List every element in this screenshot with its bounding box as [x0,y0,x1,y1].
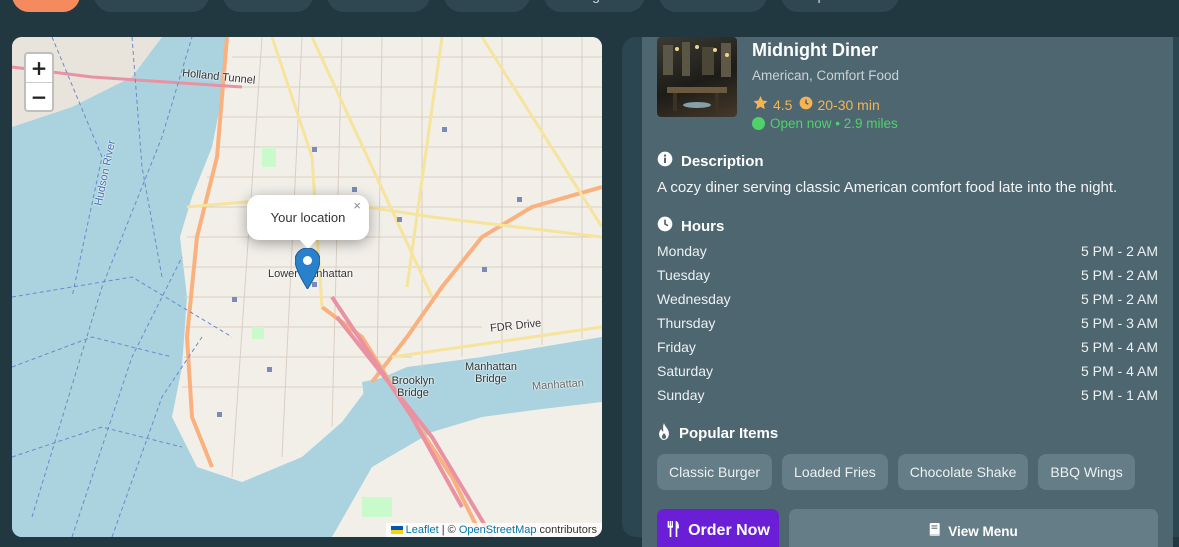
popular-item[interactable]: Classic Burger [657,454,773,490]
category-chip-fast-food[interactable]: Fast Food [93,0,209,12]
popular-item[interactable]: Loaded Fries [782,454,888,490]
ukraine-flag-icon [390,526,403,534]
label-brooklyn-bridge: Brooklyn Bridge [391,375,435,399]
hours-day: Tuesday [657,267,711,283]
open-status: Open now • 2.9 miles [752,116,898,131]
category-chip-burgers[interactable]: Burgers [544,0,646,12]
popular-items-list: Classic Burger Loaded Fries Chocolate Sh… [657,454,1135,490]
rating-value: 4.5 [773,96,793,113]
hours-day: Saturday [657,363,714,379]
location-popup: Your location × [247,195,369,249]
restaurant-photo [663,42,731,111]
popular-item[interactable]: Chocolate Shake [897,454,1029,490]
utensils-icon [666,520,680,542]
label-manhattan-bridge: Manhattan Bridge [465,361,517,385]
order-now-label: Order Now [688,522,770,539]
description-heading: Description [657,151,764,171]
hours-table: Monday 5 PM - 2 AM Tuesday 5 PM - 2 AM Wed… [657,243,1158,411]
hours-time: 5 PM - 2 AM [1080,243,1158,259]
category-chip-all[interactable]: All [12,0,80,12]
popular-items-title: Popular Items [679,425,779,442]
map-attribution: Leaflet | © OpenStreetMap contributors [385,523,602,537]
category-chip-indian[interactable]: Indian [222,0,313,12]
category-chip-desserts[interactable]: Desserts [659,0,767,12]
map-marker-icon[interactable] [294,247,321,294]
restaurant-name: Midnight Diner [752,40,878,60]
hours-row: Monday 5 PM - 2 AM [657,243,1158,267]
hours-title: Hours [681,217,725,235]
order-now-button[interactable]: Order Now [657,509,779,547]
hours-day: Monday [657,243,707,259]
category-chip-chinese[interactable]: Chinese [326,0,431,12]
hours-row: Wednesday 5 PM - 2 AM [657,291,1158,315]
popup-text: Your location [270,210,346,225]
openstreetmap-link[interactable]: OpenStreetMap [459,524,537,536]
hours-time: 5 PM - 1 AM [1080,387,1158,403]
status-dot-icon [752,117,765,130]
book-icon [929,522,941,540]
hours-time: 5 PM - 2 AM [1080,291,1158,307]
hours-day: Wednesday [657,291,731,307]
hours-time: 5 PM - 4 AM [1080,339,1158,355]
hours-row: Thursday 5 PM - 3 AM [657,315,1158,339]
category-filter-bar: All Fast Food Indian Chinese Pizza Burge… [12,0,899,12]
fire-icon [657,423,671,444]
star-icon [752,95,769,114]
popular-item[interactable]: BBQ Wings [1038,454,1135,490]
map-view[interactable]: Holland Tunnel Hudson River Lower Manhat… [12,37,602,537]
leaflet-link[interactable]: Leaflet [406,524,439,536]
popular-items-heading: Popular Items [657,423,778,444]
category-chip-open-now[interactable]: Open Now [780,0,899,12]
zoom-out-button[interactable]: − [26,82,52,110]
restaurant-cuisine: American, Comfort Food [752,68,900,83]
delivery-time: 20-30 min [817,96,880,113]
restaurant-meta: 4.5 20-30 min [752,95,880,114]
restaurant-thumbnail [657,37,737,117]
hours-time: 5 PM - 4 AM [1080,363,1158,379]
view-menu-label: View Menu [948,523,1018,539]
view-menu-button[interactable]: View Menu [789,509,1158,547]
description-title: Description [681,152,764,170]
clock-icon [799,96,813,113]
hours-heading: Hours [657,216,724,236]
hours-day: Thursday [657,315,716,331]
info-icon [657,151,673,171]
open-status-text: Open now • 2.9 miles [770,116,898,131]
hours-row: Tuesday 5 PM - 2 AM [657,267,1158,291]
zoom-in-button[interactable]: + [26,54,52,82]
zoom-control: + − [24,52,54,112]
popup-close-button[interactable]: × [353,198,361,213]
hours-row: Saturday 5 PM - 4 AM [657,363,1158,387]
attribution-contributors: contributors [536,524,597,536]
restaurant-description: A cozy diner serving classic American co… [657,179,1118,196]
hours-row: Sunday 5 PM - 1 AM [657,387,1158,411]
attribution-separator: | © [438,524,459,536]
hours-time: 5 PM - 2 AM [1080,267,1158,283]
hours-row: Friday 5 PM - 4 AM [657,339,1158,363]
hours-day: Friday [657,339,696,355]
hours-time: 5 PM - 3 AM [1080,315,1158,331]
category-chip-pizza[interactable]: Pizza [444,0,531,12]
clock-icon [657,216,673,236]
hours-day: Sunday [657,387,705,403]
